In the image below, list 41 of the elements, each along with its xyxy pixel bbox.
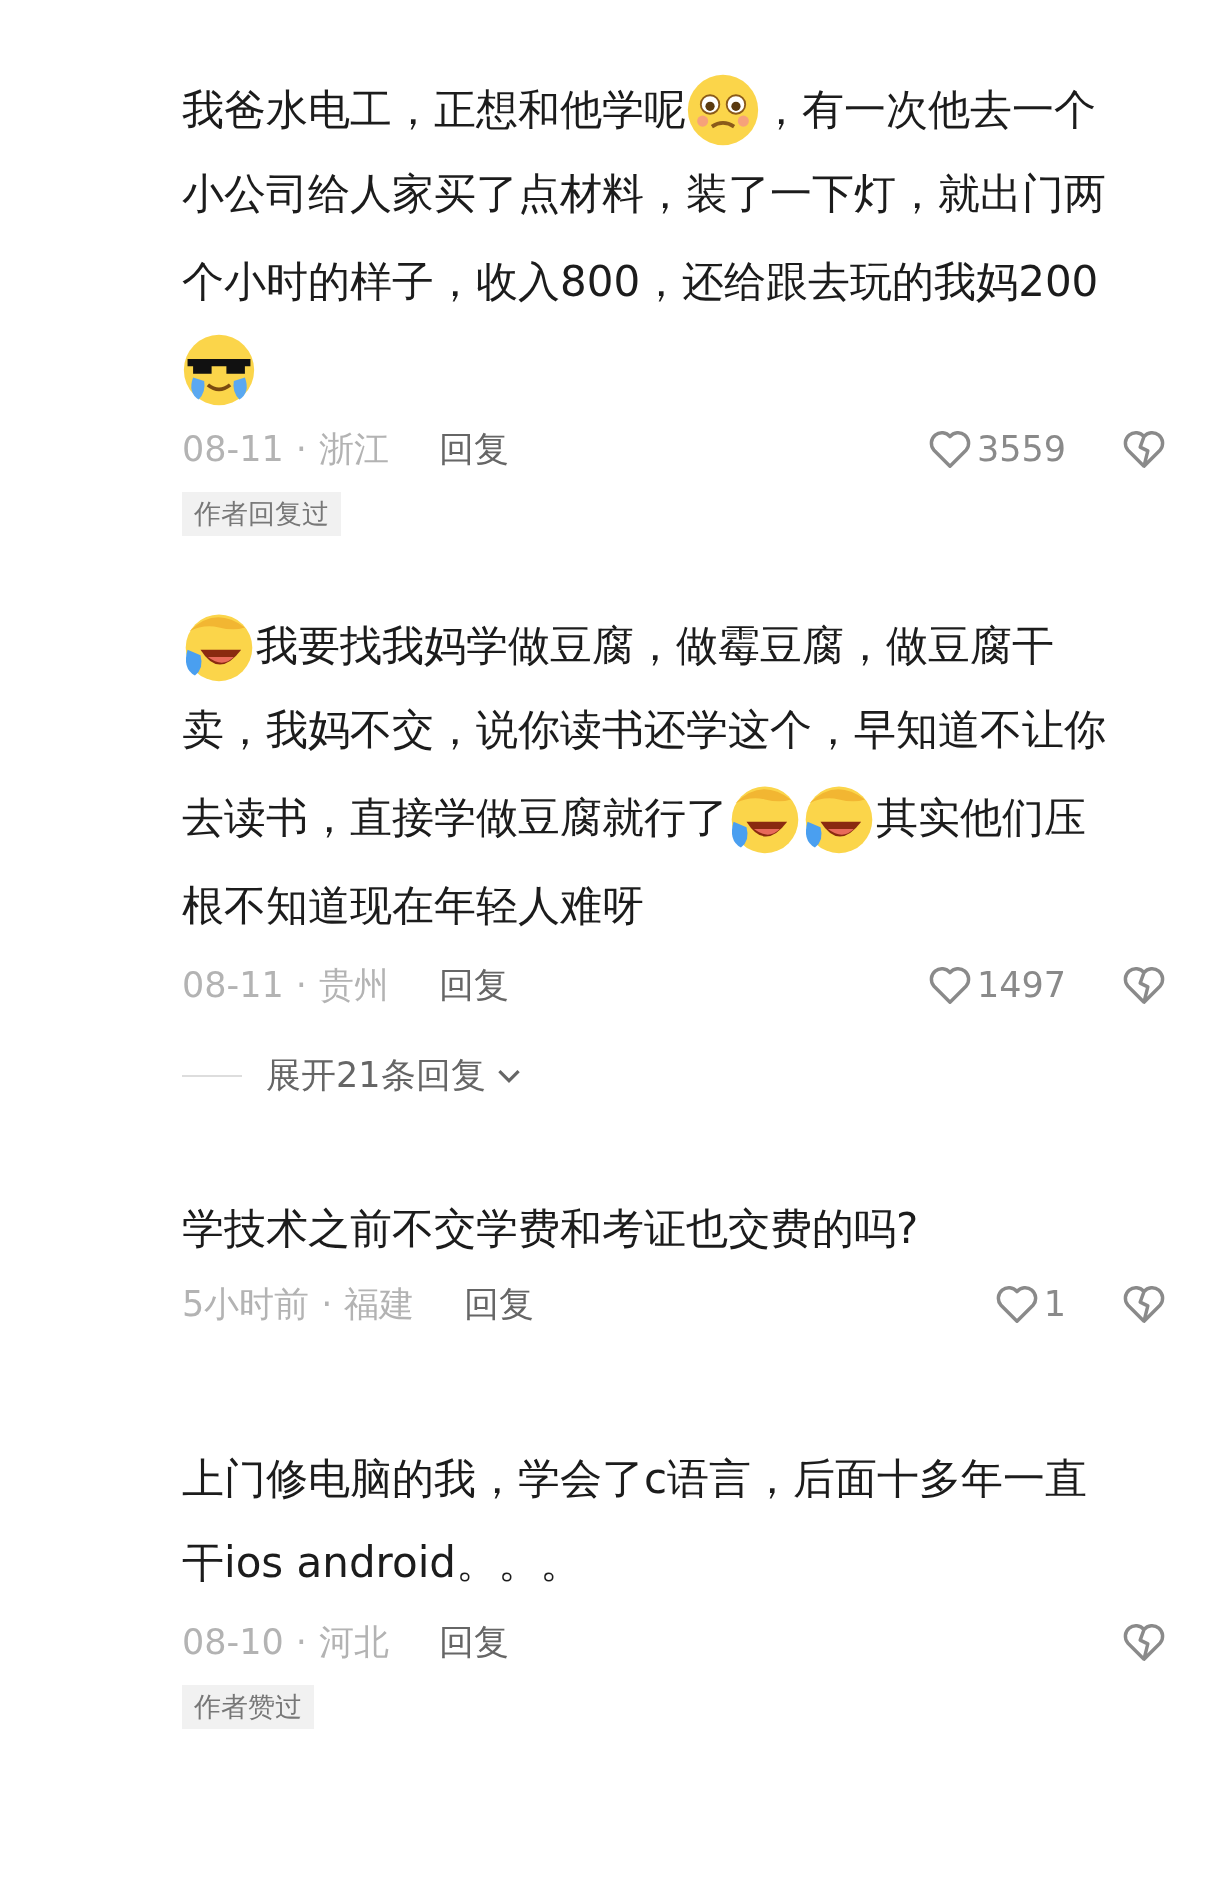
like-button[interactable]: 1	[993, 1283, 1066, 1325]
comment-text: 其实他们压	[876, 792, 1086, 844]
comment-text: 上门修电脑的我，学会了c语言，后面十多年一直	[182, 1453, 1088, 1505]
comment-text: 我要找我妈学做豆腐，做霉豆腐，做豆腐干	[256, 620, 1054, 672]
expand-replies-button[interactable]: 展开21条回复	[266, 1052, 522, 1099]
comment-text: 根不知道现在年轻人难呀	[182, 880, 644, 932]
author-tag: 作者回复过	[182, 492, 341, 536]
chevron-down-icon	[495, 1067, 522, 1084]
comment-date: 08-10	[182, 1622, 284, 1662]
like-button[interactable]: 3559	[926, 428, 1066, 470]
separator-dot: ·	[295, 1622, 307, 1662]
comment-region: 河北	[318, 1620, 389, 1664]
sunglasses-crying-icon	[182, 333, 256, 407]
comment-date: 5小时前	[182, 1282, 310, 1326]
separator-dot: ·	[295, 965, 307, 1005]
dislike-button[interactable]	[1121, 428, 1167, 470]
dislike-button[interactable]	[1121, 1621, 1167, 1663]
separator-dot: ·	[295, 429, 307, 469]
comment-text: 去读书，直接学做豆腐就行了	[182, 792, 728, 844]
author-tag: 作者赞过	[182, 1685, 314, 1729]
pleading-face-icon	[686, 73, 760, 147]
comment-text: 我爸水电工，正想和他学呢	[182, 84, 686, 136]
comment-region: 浙江	[318, 427, 389, 471]
comment-text: 干ios android。。。	[182, 1537, 582, 1589]
comment-region: 福建	[344, 1282, 415, 1326]
comment-region: 贵州	[318, 963, 389, 1007]
comment-date: 08-11	[182, 965, 284, 1005]
reply-button[interactable]: 回复	[464, 1280, 535, 1328]
like-button[interactable]: 1497	[926, 964, 1066, 1006]
reply-button[interactable]: 回复	[438, 425, 509, 473]
comment-text: ，有一次他去一个	[760, 84, 1096, 136]
comment-text: 卖，我妈不交，说你读书还学这个，早知道不让你	[182, 704, 1106, 756]
dislike-button[interactable]	[1121, 1283, 1167, 1325]
separator-dot: ·	[321, 1284, 333, 1324]
comment-text: 小公司给人家买了点材料，装了一下灯，就出门两	[182, 168, 1106, 220]
comment-text: 个小时的样子，收入800，还给跟去玩的我妈200	[182, 256, 1099, 308]
comment-date: 08-11	[182, 429, 284, 469]
reply-button[interactable]: 回复	[438, 961, 509, 1009]
reply-button[interactable]: 回复	[438, 1618, 509, 1666]
dislike-button[interactable]	[1121, 964, 1167, 1006]
comment-text: 学技术之前不交学费和考证也交费的吗?	[182, 1203, 919, 1255]
